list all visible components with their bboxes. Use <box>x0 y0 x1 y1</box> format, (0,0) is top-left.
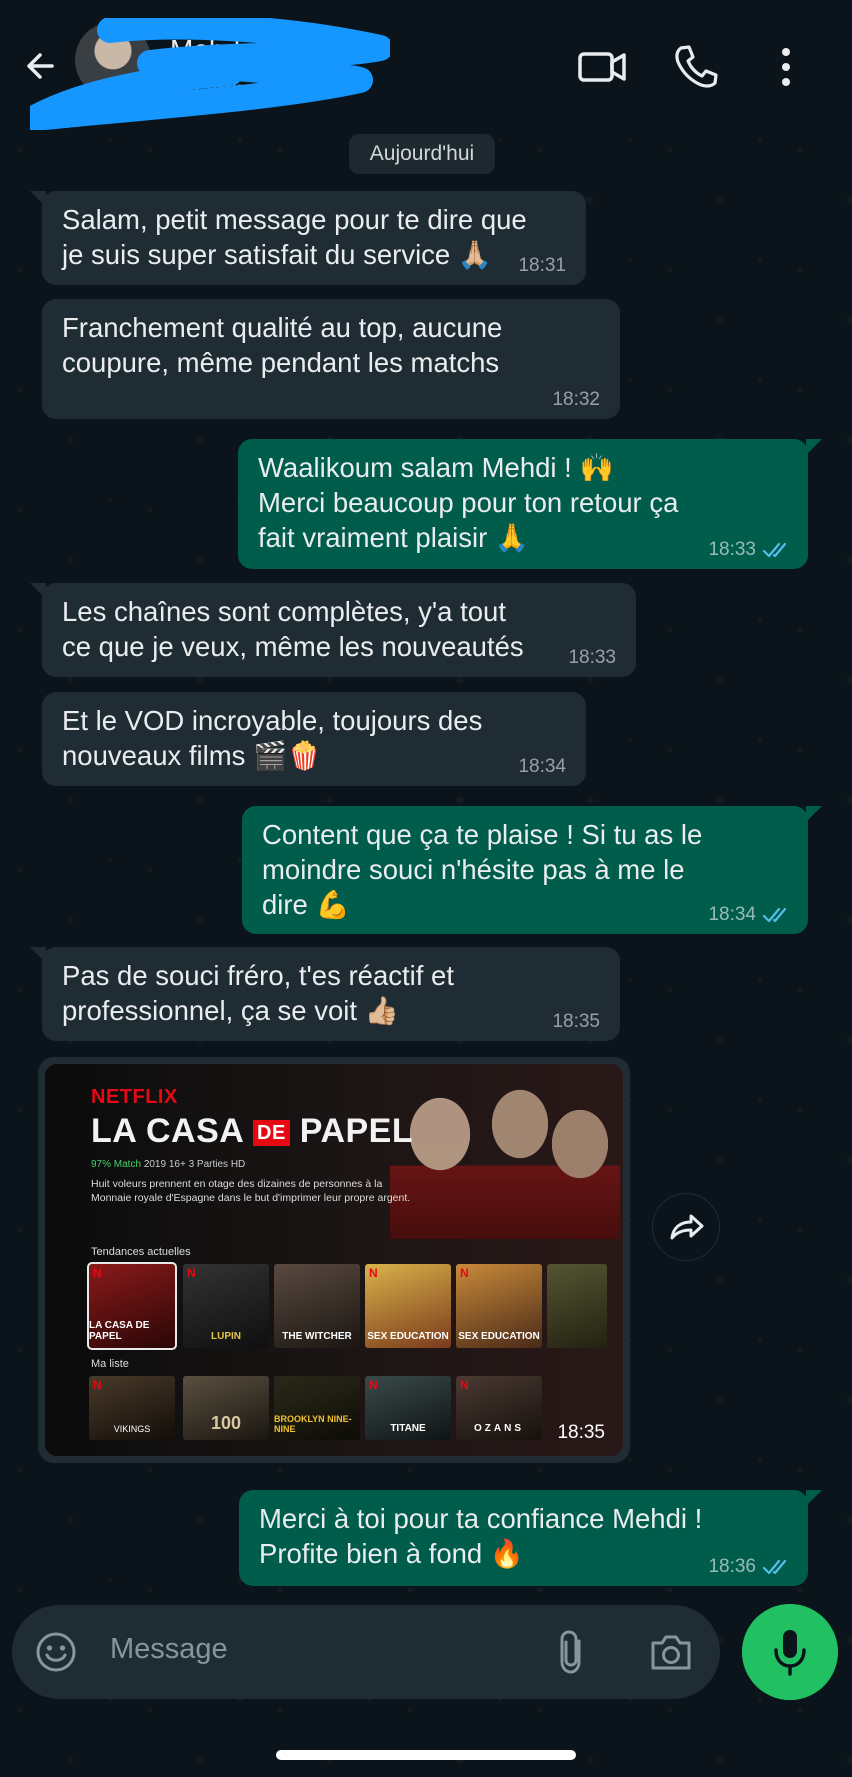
incoming-message[interactable]: Franchement qualité au top, aucune coupu… <box>42 299 620 419</box>
outgoing-message[interactable]: Waalikoum salam Mehdi ! 🙌 Merci beaucoup… <box>238 439 808 569</box>
message-time: 18:32 <box>552 389 600 410</box>
bubble-tail <box>806 1490 822 1506</box>
home-indicator[interactable] <box>276 1750 576 1760</box>
show-meta-details: 2019 16+ 3 Parties HD <box>143 1159 246 1170</box>
poster-thumbnail: N VIKINGS <box>89 1376 175 1440</box>
netflix-screenshot-image[interactable]: NETFLIX LA CASA DE PAPEL 97% Match 2019 … <box>45 1064 623 1456</box>
show-title: LA CASA DE PAPEL <box>91 1112 413 1151</box>
message-text: Salam, petit message pour te dire que je… <box>62 204 527 270</box>
poster-thumbnail: N TITANE <box>365 1376 451 1440</box>
message-input[interactable]: Message <box>110 1633 228 1666</box>
redaction-scribble <box>30 18 390 130</box>
read-receipt-icon <box>762 542 787 558</box>
message-text: Pas de souci fréro, t'es réactif et prof… <box>62 960 454 1026</box>
message-time: 18:31 <box>518 255 566 276</box>
poster-thumbnail: N SEX EDUCATION <box>456 1264 542 1348</box>
message-time: 18:35 <box>557 1422 605 1443</box>
incoming-message[interactable]: Et le VOD incroyable, toujours des nouve… <box>42 692 586 786</box>
netflix-logo: NETFLIX <box>91 1086 178 1108</box>
read-receipt-icon <box>762 907 787 923</box>
outgoing-message[interactable]: Content que ça te plaise ! Si tu as le m… <box>242 806 808 934</box>
poster-thumbnail <box>547 1264 607 1348</box>
message-time: 18:34 <box>708 904 756 925</box>
outgoing-message[interactable]: Merci à toi pour ta confiance Mehdi ! Pr… <box>239 1490 808 1586</box>
image-message[interactable]: NETFLIX LA CASA DE PAPEL 97% Match 2019 … <box>38 1057 630 1463</box>
message-text: Et le VOD incroyable, toujours des nouve… <box>62 705 483 771</box>
row-label: Tendances actuelles <box>91 1246 191 1258</box>
poster-thumbnail: N LUPIN <box>183 1264 269 1348</box>
poster-thumbnail: THE WITCHER <box>274 1264 360 1348</box>
message-text: Franchement qualité au top, aucune coupu… <box>62 312 503 378</box>
message-text: Content que ça te plaise ! Si tu as le m… <box>262 819 703 920</box>
message-text: Les chaînes sont complètes, y'a tout ce … <box>62 596 524 662</box>
poster-thumbnail: 100 <box>183 1376 269 1440</box>
incoming-message[interactable]: Les chaînes sont complètes, y'a tout ce … <box>42 583 636 677</box>
chat-header: Mehdi (Client) en ligne <box>0 0 852 130</box>
poster-characters <box>390 1074 620 1239</box>
match-score: 97% Match <box>91 1159 142 1170</box>
message-time: 18:33 <box>708 539 756 560</box>
incoming-message[interactable]: Pas de souci fréro, t'es réactif et prof… <box>42 947 620 1041</box>
camera-icon[interactable] <box>648 1629 694 1675</box>
poster-thumbnail: N SEX EDUCATION <box>365 1264 451 1348</box>
more-vert-icon[interactable] <box>761 42 811 92</box>
row-label: Ma liste <box>91 1358 129 1370</box>
message-time: 18:36 <box>708 1556 756 1577</box>
attach-icon[interactable] <box>552 1627 592 1677</box>
message-text: Waalikoum salam Mehdi ! 🙌 Merci beaucoup… <box>258 452 679 553</box>
message-time: 18:33 <box>568 647 616 668</box>
emoji-icon[interactable] <box>34 1630 78 1674</box>
bubble-tail <box>806 439 822 455</box>
read-receipt-icon <box>762 1559 787 1575</box>
incoming-message[interactable]: Salam, petit message pour te dire que je… <box>42 191 586 285</box>
show-title-part: PAPEL <box>299 1112 414 1150</box>
show-description: Huit voleurs prennent en otage des dizai… <box>91 1178 411 1204</box>
message-time: 18:35 <box>552 1011 600 1032</box>
video-call-icon[interactable] <box>577 42 627 92</box>
poster-thumbnail: N OZANS <box>456 1376 542 1440</box>
date-chip: Aujourd'hui <box>349 134 495 174</box>
message-time: 18:34 <box>518 756 566 777</box>
poster-thumbnail: BROOKLYN NINE-NINE <box>274 1376 360 1440</box>
phone-icon[interactable] <box>671 42 721 92</box>
poster-thumbnail: N LA CASA DE PAPEL <box>87 1262 177 1350</box>
bubble-tail <box>806 806 822 822</box>
message-composer: Message <box>12 1605 720 1699</box>
show-title-part: LA CASA <box>91 1112 244 1150</box>
show-title-de: DE <box>253 1119 290 1146</box>
show-meta: 97% Match 2019 16+ 3 Parties HD <box>91 1159 245 1170</box>
message-text: Merci à toi pour ta confiance Mehdi ! Pr… <box>259 1503 703 1569</box>
mic-icon[interactable] <box>742 1604 838 1700</box>
forward-icon[interactable] <box>652 1193 720 1261</box>
